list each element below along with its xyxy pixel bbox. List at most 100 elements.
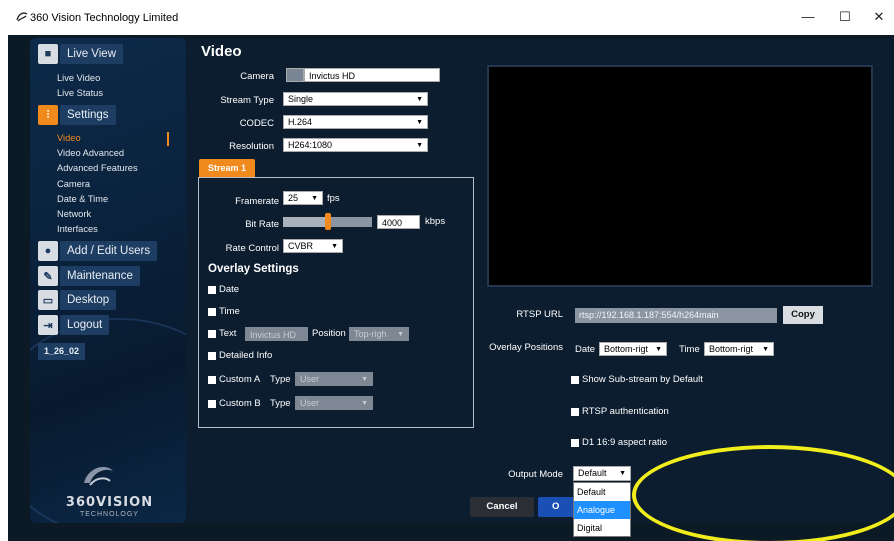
- chevron-down-icon: ▼: [762, 346, 769, 353]
- sidebar-item-video-advanced[interactable]: Video Advanced: [57, 148, 124, 158]
- sidebar-item-add-edit-users[interactable]: ● Add / Edit Users: [38, 241, 158, 261]
- highlight-annotation-ellipse: [632, 445, 894, 541]
- chevron-down-icon: ▼: [416, 119, 423, 126]
- date-checkbox[interactable]: [208, 286, 216, 294]
- overlay-time-position-select[interactable]: Bottom-rigt ▼: [704, 342, 774, 356]
- overlay-date-label: Date: [575, 344, 596, 355]
- overlay-time-position-value: Bottom-rigt: [709, 344, 754, 354]
- custom-b-checkbox[interactable]: [208, 400, 216, 408]
- sidebar-item-network[interactable]: Network: [57, 209, 91, 219]
- stream-type-label: Stream Type: [220, 95, 274, 106]
- sidebar-item-video[interactable]: Video: [57, 133, 81, 143]
- sidebar-item-camera[interactable]: Camera: [57, 179, 90, 189]
- output-mode-option-default[interactable]: Default: [574, 483, 630, 501]
- rtsp-auth-label: RTSP authentication: [582, 406, 669, 417]
- sidebar-item-live-video[interactable]: Live Video: [57, 73, 100, 83]
- minimize-button[interactable]: —: [796, 8, 820, 26]
- output-mode-label: Output Mode: [508, 469, 563, 480]
- maximize-button[interactable]: ☐: [833, 8, 857, 26]
- chevron-down-icon: ▼: [397, 331, 404, 338]
- overlay-text-input[interactable]: Invictus HD: [245, 327, 308, 341]
- user-icon: ●: [38, 241, 58, 261]
- sidebar-item-label: Desktop: [60, 290, 117, 310]
- sidebar-item-live-view[interactable]: ■ Live View: [38, 44, 124, 64]
- codec-label: CODEC: [239, 118, 274, 129]
- output-mode-option-digital[interactable]: Digital: [574, 519, 630, 537]
- framerate-value: 25: [288, 193, 299, 203]
- rtsp-url-field[interactable]: rtsp://192.168.1.187:554/h264main: [575, 308, 777, 323]
- show-substream-checkbox[interactable]: [571, 376, 579, 384]
- stream-type-value: Single: [288, 94, 314, 104]
- resolution-value: H264:1080: [288, 140, 333, 150]
- custom-a-type-select[interactable]: User ▼: [295, 372, 373, 386]
- framerate-select[interactable]: 25 ▼: [283, 191, 323, 205]
- sidebar-item-live-status[interactable]: Live Status: [57, 88, 103, 98]
- chevron-down-icon: ▼: [416, 142, 423, 149]
- kbps-unit-label: kbps: [425, 216, 446, 227]
- video-preview[interactable]: [487, 65, 873, 287]
- logout-icon: ⇥: [38, 315, 58, 335]
- chevron-down-icon: ▼: [331, 243, 338, 250]
- text-label: Text: [219, 328, 237, 339]
- chevron-down-icon: ▼: [416, 96, 423, 103]
- sidebar-item-label: Add / Edit Users: [60, 241, 158, 261]
- sidebar-item-label: Logout: [60, 315, 110, 335]
- monitor-icon: ▭: [38, 290, 58, 310]
- stream-settings-box: [198, 177, 474, 428]
- window-titlebar: 360 Vision Technology Limited — ☐ ✕: [0, 0, 894, 35]
- brand-logo-subtitle: TECHNOLOGY: [79, 511, 139, 518]
- sidebar-item-logout[interactable]: ⇥ Logout: [38, 315, 110, 335]
- close-button[interactable]: ✕: [867, 8, 891, 26]
- sliders-icon: ⫶: [38, 105, 58, 125]
- time-checkbox[interactable]: [208, 308, 216, 316]
- rate-control-value: CVBR: [288, 241, 314, 251]
- text-checkbox[interactable]: [208, 330, 216, 338]
- output-mode-value: Default: [578, 468, 607, 478]
- sidebar-item-desktop[interactable]: ▭ Desktop: [38, 290, 117, 310]
- window-title: 360 Vision Technology Limited: [30, 12, 179, 24]
- time-label: Time: [219, 306, 240, 317]
- output-mode-option-analogue[interactable]: Analogue: [574, 501, 630, 519]
- custom-a-type-value: User: [300, 374, 320, 384]
- overlay-date-position-select[interactable]: Bottom-rigt ▼: [599, 342, 667, 356]
- chevron-down-icon: ▼: [619, 470, 626, 477]
- ok-button[interactable]: O: [538, 497, 578, 517]
- bitrate-slider-thumb[interactable]: [325, 213, 331, 230]
- resolution-select[interactable]: H264:1080 ▼: [283, 138, 428, 152]
- codec-select[interactable]: H.264 ▼: [283, 115, 428, 129]
- sidebar-item-settings[interactable]: ⫶ Settings: [38, 105, 116, 125]
- tab-stream-1[interactable]: Stream 1: [199, 159, 255, 177]
- detailed-info-label: Detailed Info: [219, 350, 273, 361]
- detailed-info-checkbox[interactable]: [208, 352, 216, 360]
- overlay-settings-heading: Overlay Settings: [208, 263, 299, 275]
- bitrate-input[interactable]: 4000: [377, 215, 420, 229]
- fps-unit-label: fps: [327, 193, 340, 204]
- camera-name-field[interactable]: Invictus HD: [304, 68, 440, 82]
- position-value: Top-righ: [354, 329, 387, 339]
- sidebar-item-maintenance[interactable]: ✎ Maintenance: [38, 266, 140, 286]
- output-mode-dropdown-list: Default Analogue Digital: [573, 482, 631, 537]
- output-mode-select[interactable]: Default ▼: [573, 466, 631, 481]
- custom-a-label: Custom A: [219, 374, 261, 385]
- cancel-button[interactable]: Cancel: [470, 497, 534, 517]
- custom-a-checkbox[interactable]: [208, 376, 216, 384]
- position-select[interactable]: Top-righ ▼: [349, 327, 409, 341]
- stream-type-select[interactable]: Single ▼: [283, 92, 428, 106]
- custom-b-type-select[interactable]: User ▼: [295, 396, 373, 410]
- rate-control-select[interactable]: CVBR ▼: [283, 239, 343, 253]
- show-substream-label: Show Sub-stream by Default: [582, 374, 703, 385]
- d1-aspect-checkbox[interactable]: [571, 439, 579, 447]
- d1-aspect-label: D1 16:9 aspect ratio: [582, 437, 668, 448]
- rtsp-auth-checkbox[interactable]: [571, 408, 579, 416]
- overlay-positions-label: Overlay Positions: [489, 342, 563, 353]
- video-settings-panel: Video Camera Invictus HD Stream Type Sin…: [186, 38, 894, 541]
- sidebar-item-label: Settings: [60, 105, 116, 125]
- sidebar-item-interfaces[interactable]: Interfaces: [57, 224, 98, 234]
- page-title: Video: [201, 43, 242, 60]
- copy-button[interactable]: Copy: [783, 306, 823, 324]
- date-label: Date: [219, 284, 240, 295]
- custom-b-label: Custom B: [219, 398, 261, 409]
- sidebar-item-date-time[interactable]: Date & Time: [57, 194, 108, 204]
- app-area: ■ Live View Live Video Live Status ⫶ Set…: [8, 35, 894, 541]
- sidebar-item-advanced-features[interactable]: Advanced Features: [57, 163, 138, 173]
